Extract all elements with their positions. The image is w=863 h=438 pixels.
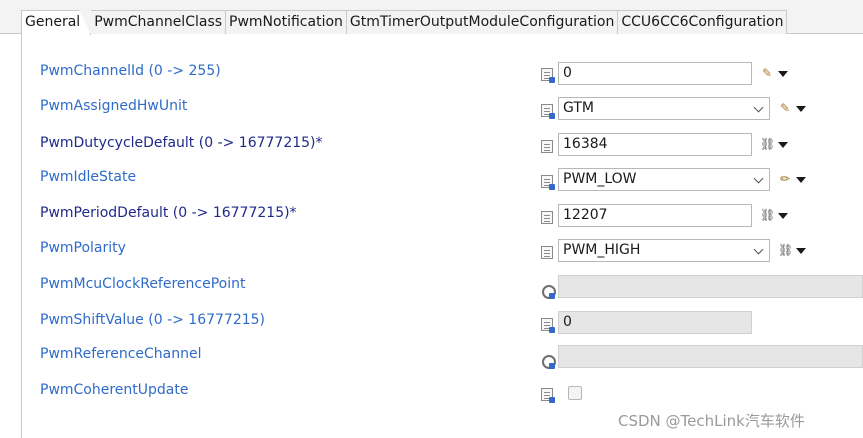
gear-icon bbox=[541, 284, 556, 299]
dropdown-arrow-icon[interactable] bbox=[778, 71, 788, 77]
link-icon[interactable]: ⛓ bbox=[778, 243, 793, 257]
pwm-assigned-hw-unit-label: PwmAssignedHwUnit bbox=[40, 98, 188, 114]
tab-general[interactable]: General bbox=[21, 10, 91, 35]
panel-border bbox=[21, 34, 22, 438]
pwm-dutycycle-default-input[interactable]: 16384 bbox=[558, 133, 752, 156]
edit-pen-icon[interactable]: ✎ bbox=[760, 66, 774, 80]
tab-gtm-timer-output-module-configuration[interactable]: GtmTimerOutputModuleConfiguration bbox=[346, 10, 619, 34]
field-type-icon bbox=[541, 318, 555, 333]
editor-tab-bar: General PwmChannelClass PwmNotification … bbox=[0, 0, 863, 34]
link-icon[interactable]: ⛓ bbox=[760, 208, 775, 222]
field-type-icon bbox=[541, 246, 553, 259]
pencil-icon[interactable]: ✏ bbox=[778, 172, 792, 186]
chevron-down-icon bbox=[753, 244, 764, 255]
tab-pwm-channel-class[interactable]: PwmChannelClass bbox=[91, 10, 227, 34]
pwm-reference-channel-field[interactable] bbox=[558, 345, 863, 368]
chevron-down-icon bbox=[753, 102, 764, 113]
field-type-icon bbox=[541, 211, 553, 224]
pwm-coherent-update-label: PwmCoherentUpdate bbox=[40, 382, 189, 398]
pwm-polarity-value: PWM_HIGH bbox=[563, 242, 641, 258]
tab-strip: General PwmChannelClass PwmNotification … bbox=[21, 10, 788, 35]
dropdown-arrow-icon[interactable] bbox=[778, 213, 788, 219]
chevron-down-icon bbox=[753, 173, 764, 184]
pwm-idle-state-select[interactable]: PWM_LOW bbox=[558, 168, 770, 191]
dropdown-arrow-icon[interactable] bbox=[796, 177, 806, 183]
pwm-channel-id-label: PwmChannelId (0 -> 255) bbox=[40, 63, 221, 79]
watermark: CSDN @TechLink汽车软件 bbox=[618, 412, 805, 430]
pwm-mcu-clock-reference-point-label: PwmMcuClockReferencePoint bbox=[40, 276, 246, 292]
gear-icon bbox=[541, 354, 556, 369]
field-type-icon bbox=[541, 140, 553, 153]
pwm-polarity-label: PwmPolarity bbox=[40, 240, 126, 256]
pwm-assigned-hw-unit-value: GTM bbox=[563, 100, 594, 116]
pwm-coherent-update-checkbox[interactable] bbox=[568, 386, 582, 400]
pwm-mcu-clock-reference-point-field[interactable] bbox=[558, 275, 863, 298]
pwm-shift-value-label: PwmShiftValue (0 -> 16777215) bbox=[40, 312, 266, 328]
dropdown-arrow-icon[interactable] bbox=[778, 142, 788, 148]
dropdown-arrow-icon[interactable] bbox=[796, 106, 806, 112]
tab-pwm-notification[interactable]: PwmNotification bbox=[226, 10, 347, 34]
field-type-icon bbox=[541, 104, 555, 119]
field-type-icon bbox=[541, 175, 555, 190]
pwm-period-default-input[interactable]: 12207 bbox=[558, 204, 752, 227]
pwm-idle-state-value: PWM_LOW bbox=[563, 171, 637, 187]
pwm-polarity-select[interactable]: PWM_HIGH bbox=[558, 239, 770, 262]
pwm-reference-channel-label: PwmReferenceChannel bbox=[40, 346, 202, 362]
link-icon[interactable]: ⛓ bbox=[760, 137, 775, 151]
tab-ccu6cc6-configuration[interactable]: CCU6CC6Configuration bbox=[618, 10, 788, 34]
dropdown-arrow-icon[interactable] bbox=[796, 248, 806, 254]
pwm-shift-value-input[interactable]: 0 bbox=[558, 311, 752, 334]
edit-pen-icon[interactable]: ✎ bbox=[778, 101, 792, 115]
pwm-period-default-label: PwmPeriodDefault (0 -> 16777215)* bbox=[40, 205, 297, 221]
pwm-channel-id-input[interactable]: 0 bbox=[558, 62, 752, 85]
field-type-icon bbox=[541, 388, 555, 403]
field-type-icon bbox=[541, 68, 555, 83]
pwm-idle-state-label: PwmIdleState bbox=[40, 169, 137, 185]
pwm-dutycycle-default-label: PwmDutycycleDefault (0 -> 16777215)* bbox=[40, 135, 323, 151]
pwm-assigned-hw-unit-select[interactable]: GTM bbox=[558, 97, 770, 120]
